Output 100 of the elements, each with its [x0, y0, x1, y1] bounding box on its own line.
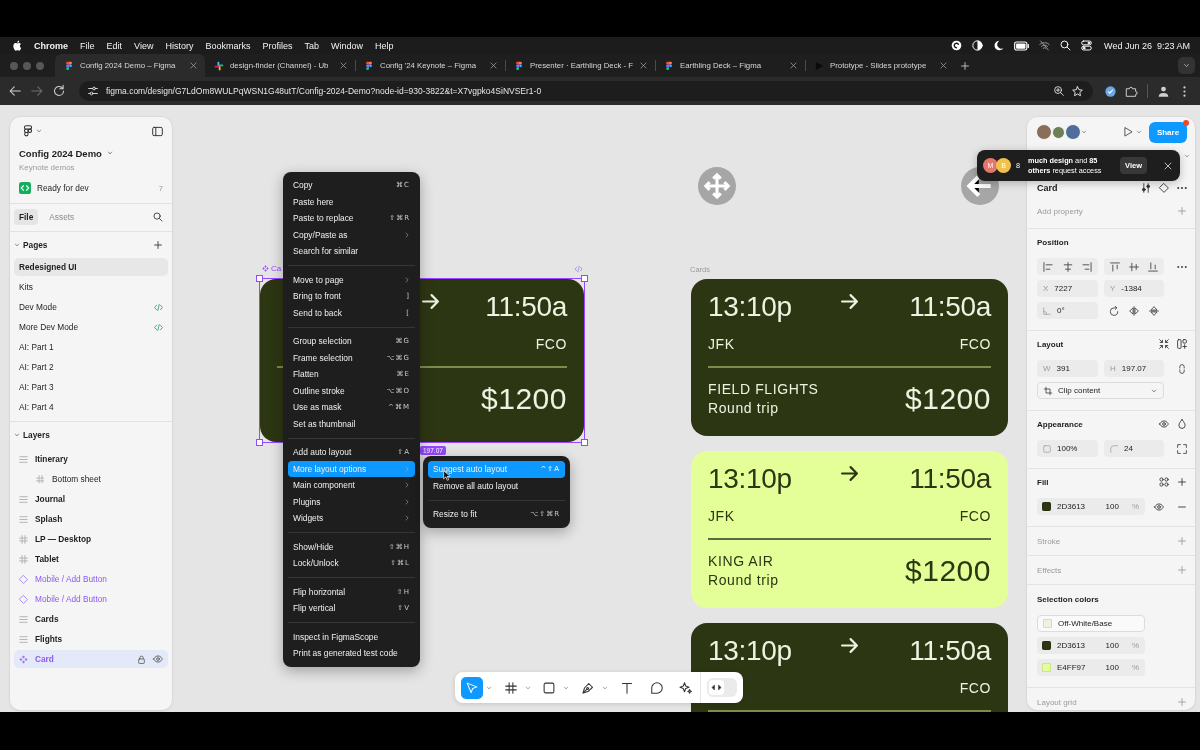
rotation-field[interactable]: 0° — [1037, 302, 1098, 319]
resize-handle[interactable] — [256, 439, 263, 446]
move-icon[interactable] — [698, 167, 736, 205]
align-bottom-icon[interactable] — [1148, 261, 1158, 272]
moon-icon[interactable] — [993, 40, 1005, 51]
opacity-field[interactable]: 100% — [1037, 440, 1098, 457]
drop-icon[interactable] — [1177, 419, 1187, 429]
battery-icon[interactable] — [1014, 40, 1030, 51]
menu-title[interactable]: View — [134, 40, 154, 51]
align-right-icon[interactable] — [1082, 261, 1092, 272]
caret-icon[interactable] — [106, 150, 113, 156]
dev-mode-toggle[interactable] — [707, 678, 737, 697]
layer-item[interactable]: Card — [14, 650, 168, 668]
layer-item[interactable]: Cards — [14, 610, 168, 628]
zoom-in-icon[interactable] — [1054, 86, 1064, 96]
arrows-in-icon[interactable] — [1159, 339, 1169, 349]
page-item[interactable]: Dev Mode — [14, 298, 168, 316]
color-field[interactable]: 2D3613 100 % — [1037, 637, 1145, 654]
page-item[interactable]: AI: Part 2 — [14, 358, 168, 376]
fill-field[interactable]: 2D3613 100 % — [1037, 498, 1145, 515]
radius-field[interactable]: 24 — [1104, 440, 1164, 457]
align-center-icon[interactable] — [1062, 261, 1073, 272]
resize-handle[interactable] — [581, 275, 588, 282]
menu-item[interactable]: Copy/Paste as — [288, 226, 415, 243]
plus-icon[interactable] — [153, 240, 163, 250]
lock-icon[interactable] — [137, 654, 146, 664]
ring-icon[interactable] — [951, 40, 963, 51]
forward-arrow-icon[interactable] — [31, 85, 43, 97]
app-menu[interactable]: Chrome — [34, 40, 68, 51]
search-icon[interactable] — [153, 212, 163, 222]
flip-horizontal-icon[interactable] — [1129, 305, 1139, 316]
height-field[interactable]: H 197.07 — [1104, 360, 1164, 377]
resize-handle[interactable] — [256, 275, 263, 282]
close-icon[interactable] — [340, 62, 347, 69]
layer-item[interactable]: LP — Desktop — [14, 530, 168, 548]
page-item[interactable]: More Dev Mode — [14, 318, 168, 336]
avatar[interactable] — [1052, 125, 1065, 139]
sliders-icon[interactable] — [1141, 183, 1151, 193]
reload-icon[interactable] — [53, 85, 65, 97]
layer-item[interactable]: Itinerary — [14, 450, 168, 468]
close-icon[interactable] — [190, 62, 197, 69]
page-item[interactable]: AI: Part 1 — [14, 338, 168, 356]
layer-item[interactable]: Bottom sheet — [14, 470, 168, 488]
check-circle-icon[interactable] — [1105, 85, 1116, 97]
page-item[interactable]: AI: Part 3 — [14, 378, 168, 396]
search-icon[interactable] — [1060, 40, 1072, 51]
page-item[interactable]: Redesigned UI — [14, 258, 168, 276]
color-swatch[interactable] — [1042, 663, 1051, 672]
menu-item[interactable]: Main component — [288, 477, 415, 494]
address-field[interactable]: figma.com/design/G7LdOm8WULPqWSN1G48utT/Config-2024-Demo?node-id=930-3822&t=X7vgpko4SiNVSEr1-0 — [79, 81, 1093, 101]
link-icon[interactable] — [1177, 363, 1187, 374]
caret-icon[interactable] — [14, 432, 20, 438]
plus-icon[interactable] — [1177, 477, 1187, 487]
puzzle-icon[interactable] — [1126, 85, 1137, 97]
x-field[interactable]: X 7227 — [1037, 280, 1098, 297]
panel-icon[interactable] — [152, 125, 163, 137]
color-field[interactable]: E4FF97 100 % — [1037, 659, 1145, 676]
star-icon[interactable] — [1072, 85, 1083, 97]
eye-icon[interactable] — [153, 654, 163, 664]
menu-title[interactable]: Tab — [304, 40, 319, 51]
layer-item[interactable]: Tablet — [14, 550, 168, 568]
menu-item[interactable]: Plugins — [288, 493, 415, 510]
wifi-off-icon[interactable] — [1039, 40, 1051, 51]
menu-item[interactable]: Set as thumbnail — [288, 415, 415, 432]
width-field[interactable]: W 391 — [1037, 360, 1098, 377]
sliders-icon[interactable] — [88, 86, 98, 96]
move-tool[interactable] — [461, 676, 483, 699]
menu-item[interactable]: Paste here — [288, 193, 415, 210]
main-menu-button[interactable] — [22, 125, 42, 137]
color-field[interactable]: Off-White/Base — [1037, 615, 1145, 632]
page-item[interactable]: Kits — [14, 278, 168, 296]
time-label[interactable]: 9:23 AM — [1156, 40, 1190, 51]
menu-title[interactable]: History — [165, 40, 194, 51]
flip-vertical-icon[interactable] — [1149, 305, 1159, 316]
layer-item[interactable]: Splash — [14, 510, 168, 528]
layer-item[interactable]: Flights — [14, 630, 168, 648]
panels-plus-icon[interactable] — [1177, 339, 1187, 349]
menu-title[interactable]: Edit — [106, 40, 123, 51]
menu-item[interactable]: Inspect in FigmaScope — [288, 628, 415, 645]
rotate-arrow-icon[interactable] — [1109, 305, 1119, 316]
panel-tab[interactable]: File — [14, 209, 39, 225]
four-circles-icon[interactable] — [1159, 477, 1169, 487]
menu-title[interactable]: File — [80, 40, 95, 51]
diamond-icon[interactable] — [1159, 183, 1169, 193]
date-label[interactable]: Wed Jun 26 — [1104, 40, 1152, 51]
color-swatch[interactable] — [1042, 502, 1051, 511]
close-icon[interactable] — [940, 62, 947, 69]
half-circle-icon[interactable] — [972, 40, 984, 51]
avatar[interactable] — [1065, 124, 1081, 140]
menu-title[interactable]: Bookmarks — [205, 40, 251, 51]
file-name[interactable]: Config 2024 Demo — [19, 147, 102, 159]
color-swatch[interactable] — [1043, 619, 1052, 628]
close-icon[interactable] — [640, 62, 647, 69]
menu-item[interactable]: Move to page — [288, 271, 415, 288]
person-icon[interactable] — [1158, 85, 1169, 97]
toggles-icon[interactable] — [1081, 40, 1093, 51]
align-left-icon[interactable] — [1043, 261, 1053, 272]
menu-item[interactable]: Widgets — [288, 510, 415, 527]
close-icon[interactable] — [790, 62, 797, 69]
align-middle-icon[interactable] — [1129, 261, 1139, 272]
